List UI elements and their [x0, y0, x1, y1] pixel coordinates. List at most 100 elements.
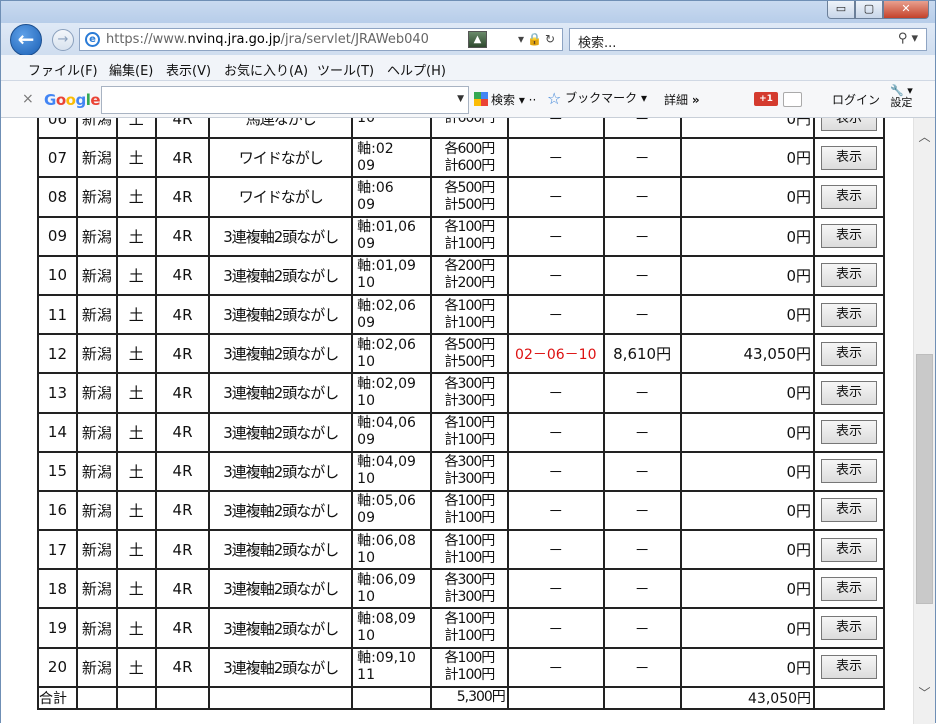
payout-cell: － — [602, 450, 682, 492]
amount-total: 計100円 — [444, 667, 496, 684]
show-button[interactable]: 表示 — [821, 576, 877, 601]
settings-button[interactable]: 🔧 ▾ 設定 — [890, 85, 913, 109]
payout-cell: － — [602, 254, 682, 296]
gplus-icon[interactable]: +1 — [754, 92, 778, 106]
combination-axis: 軸:06,09 — [357, 571, 416, 588]
combination-axis: 軸:09,10 — [357, 650, 416, 667]
dropdown-icon[interactable]: ▼ — [457, 94, 464, 104]
show-button[interactable]: 表示 — [821, 498, 877, 523]
show-cell: 表示 — [813, 372, 885, 414]
show-button[interactable]: 表示 — [821, 420, 877, 445]
scrollbar-thumb[interactable] — [916, 354, 933, 604]
show-button[interactable]: 表示 — [821, 184, 877, 209]
amount-total: 計100円 — [444, 314, 496, 331]
bookmark-button[interactable]: ☆ ブックマーク ▾ — [547, 89, 647, 108]
show-cell: 表示 — [813, 529, 885, 571]
race-cell: 4R — [154, 529, 211, 571]
venue-cell: 新潟 — [75, 118, 118, 140]
combination-cell: 軸:04,09 10 — [351, 450, 433, 492]
show-cell: 表示 — [813, 176, 885, 218]
return-cell: 0円 — [679, 568, 816, 610]
show-button[interactable]: 表示 — [821, 145, 877, 170]
empty-cell — [154, 685, 211, 710]
return-cell: 0円 — [679, 137, 816, 179]
combination-partner: 09 — [357, 314, 375, 331]
google-toolbar: × Google ▼ 検索 ▾ ·· ☆ ブックマーク ▾ 詳細 » +1 ログ… — [1, 81, 935, 118]
show-cell: 表示 — [813, 607, 885, 649]
amount-cell: 各100円 計100円 — [430, 646, 509, 688]
show-button[interactable]: 表示 — [821, 263, 877, 288]
navigation-bar: ← → e https://www.nvinq.jra.go.jp/jra/se… — [1, 23, 935, 56]
payout-cell: － — [602, 646, 682, 688]
login-link[interactable]: ログイン — [832, 91, 880, 108]
combination-cell: 10 — [351, 118, 433, 140]
menu-favorites[interactable]: お気に入り(A) — [224, 60, 308, 79]
google-search-button[interactable]: 検索 ▾ ·· — [474, 91, 536, 108]
amount-each: 各500円 — [444, 336, 496, 353]
amount-total: 計100円 — [444, 628, 496, 645]
browser-window: ▭ ▢ ✕ ← → e https://www.nvinq.jra.go.jp/… — [0, 0, 936, 724]
combination-cell: 軸:05,06 09 — [351, 489, 433, 532]
combination-axis: 軸:04,06 — [357, 415, 416, 432]
detail-button[interactable]: 詳細 » — [664, 91, 700, 108]
show-button[interactable]: 表示 — [821, 224, 877, 249]
row-number: 09 — [37, 215, 78, 257]
row-number: 12 — [37, 333, 78, 375]
payout-cell: － — [602, 529, 682, 571]
show-button[interactable]: 表示 — [821, 655, 877, 680]
race-cell: 4R — [154, 137, 211, 179]
bet-type-cell: 3連複軸2頭ながし — [208, 607, 354, 649]
show-button[interactable]: 表示 — [821, 380, 877, 405]
toolbar-close-icon[interactable]: × — [22, 91, 34, 107]
venue-cell: 新潟 — [75, 568, 118, 610]
show-cell: 表示 — [813, 137, 885, 179]
row-number: 08 — [37, 176, 78, 218]
combination-axis: 軸:08,09 — [357, 611, 416, 628]
combination-axis: 軸:06,08 — [357, 532, 416, 549]
address-bar[interactable]: e https://www.nvinq.jra.go.jp/jra/servle… — [79, 28, 563, 51]
show-button[interactable]: 表示 — [821, 616, 877, 641]
compatibility-view-icon[interactable]: ▲ — [468, 31, 487, 48]
address-actions[interactable]: ▾🔒↻ — [518, 32, 558, 46]
row-number: 15 — [37, 450, 78, 492]
browser-search-box[interactable]: 検索... ⚲ ▾ — [569, 28, 927, 51]
show-button[interactable]: 表示 — [821, 302, 877, 327]
search-icon[interactable]: ⚲ ▾ — [898, 31, 918, 46]
minimize-button[interactable]: ▭ — [827, 1, 855, 19]
show-button[interactable]: 表示 — [821, 118, 877, 131]
scroll-up-icon[interactable]: ︿ — [914, 128, 935, 145]
forward-button[interactable]: → — [52, 29, 74, 51]
menu-view[interactable]: 表示(V) — [166, 60, 211, 79]
show-button[interactable]: 表示 — [821, 341, 877, 366]
show-button[interactable]: 表示 — [821, 537, 877, 562]
maximize-button[interactable]: ▢ — [855, 1, 883, 19]
bet-type-cell: ワイドながし — [208, 176, 354, 218]
menu-edit[interactable]: 編集(E) — [109, 60, 153, 79]
row-number: 19 — [37, 607, 78, 649]
back-button[interactable]: ← — [10, 24, 42, 56]
summary-return: 43,050円 — [679, 685, 816, 710]
menu-bar: ファイル(F) 編集(E) 表示(V) お気に入り(A) ツール(T) ヘルプ(… — [1, 55, 935, 81]
menu-file[interactable]: ファイル(F) — [28, 60, 98, 79]
table-row: 19 新潟土 4R 3連複軸2頭ながし 軸:08,09 10 各100円 計100円－－ 0円表… — [37, 607, 885, 649]
table-row: 06 新潟土 4R 馬連ながし 10 計600円－－ 0円 表示 — [37, 118, 885, 140]
scroll-down-icon[interactable]: ﹀ — [914, 684, 935, 701]
amount-total: 計100円 — [444, 510, 496, 527]
amount-each: 各200円 — [444, 258, 496, 275]
amount-each: 各100円 — [444, 219, 496, 236]
bet-type-cell: 3連複軸2頭ながし — [208, 372, 354, 414]
menu-help[interactable]: ヘルプ(H) — [387, 60, 446, 79]
table-row: 10 新潟土 4R 3連複軸2頭ながし 軸:01,09 10 各200円 計200円－－ 0円表… — [37, 254, 885, 296]
amount-cell: 各300円 計300円 — [430, 568, 509, 610]
show-button[interactable]: 表示 — [821, 459, 877, 484]
day-cell: 土 — [115, 215, 157, 257]
payout-cell: － — [602, 118, 682, 140]
vertical-scrollbar[interactable]: ︿ ﹀ — [913, 118, 935, 724]
google-search-input[interactable]: ▼ — [101, 86, 469, 114]
day-cell: 土 — [115, 333, 157, 375]
combination-axis: 軸:02,09 — [357, 375, 416, 392]
close-button[interactable]: ✕ — [883, 1, 929, 19]
menu-tools[interactable]: ツール(T) — [317, 60, 374, 79]
race-cell: 4R — [154, 333, 211, 375]
payout-cell: － — [602, 293, 682, 336]
